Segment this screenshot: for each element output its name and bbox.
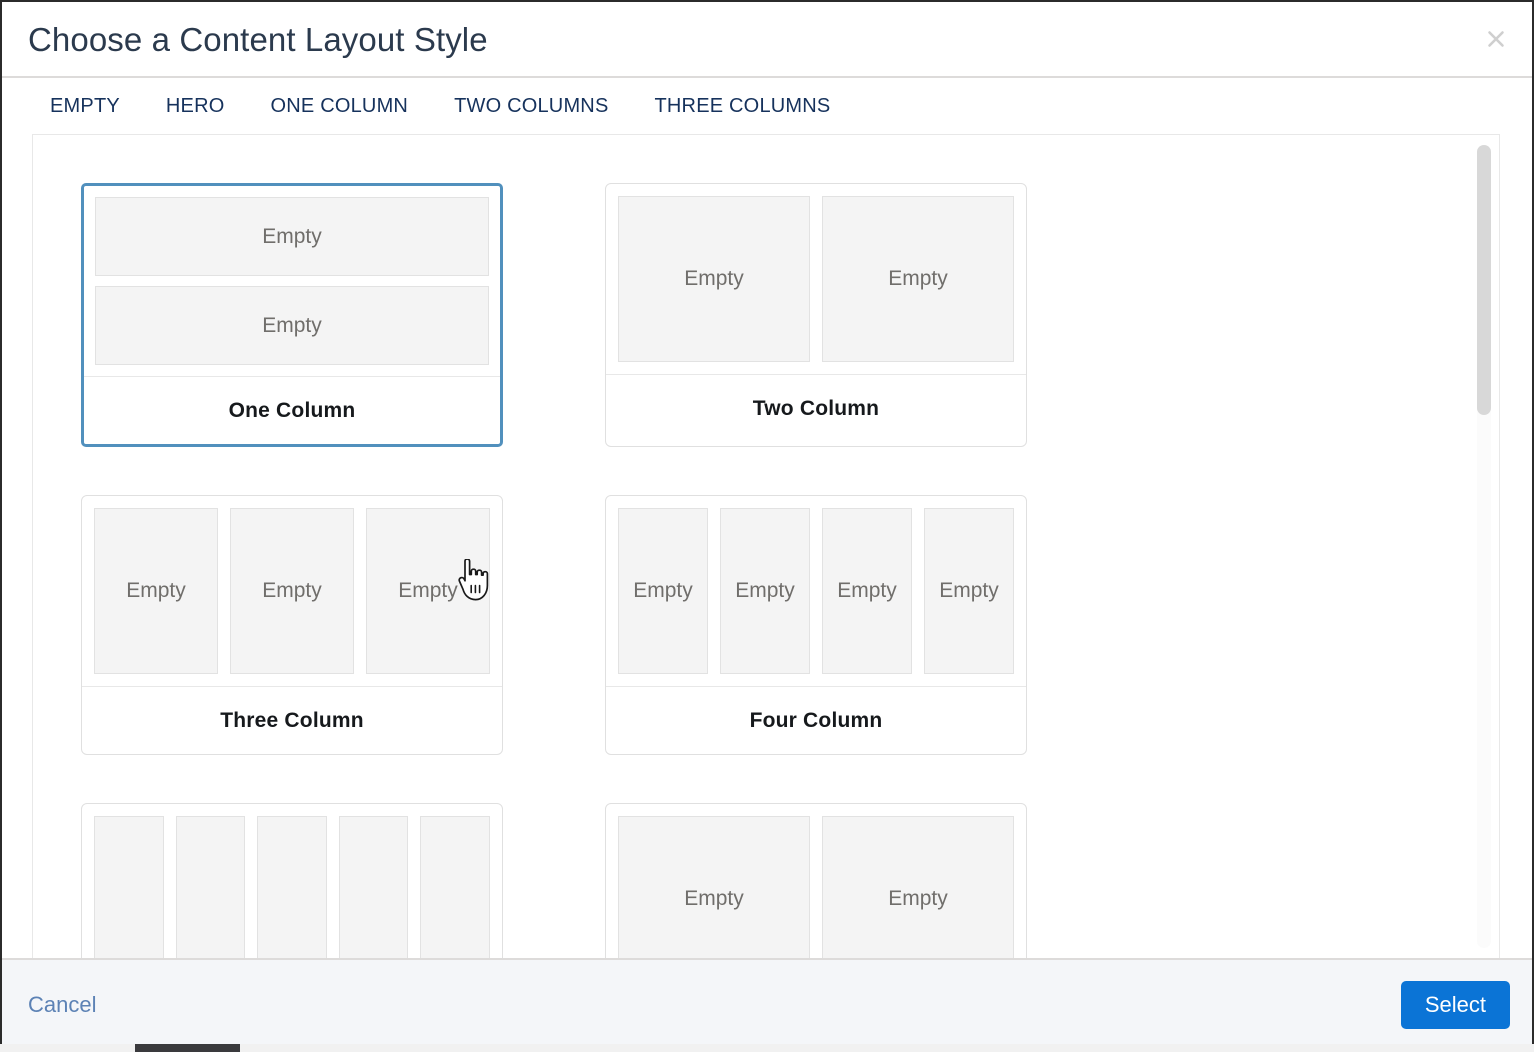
preview-pane: Empty <box>366 508 490 674</box>
layout-card-footer: Two Column <box>606 374 1026 442</box>
vertical-scrollbar-track[interactable] <box>1477 145 1491 948</box>
preview-pane-label: Empty <box>262 579 322 602</box>
preview-pane: Empty <box>720 508 810 674</box>
layout-card-footer: One Column <box>84 376 500 444</box>
tab-two-columns[interactable]: TWO COLUMNS <box>454 95 608 118</box>
layout-preview: Empty Empty <box>84 186 500 376</box>
preview-pane-label: Empty <box>735 579 795 602</box>
preview-pane-label: Empty <box>888 267 948 290</box>
preview-pane: Empty <box>94 508 218 674</box>
close-icon[interactable] <box>1476 19 1516 59</box>
preview-pane-label: Empty <box>837 579 897 602</box>
tab-hero[interactable]: HERO <box>166 95 225 118</box>
layout-preview: Empty Empty Empty <box>82 496 502 686</box>
layout-card-footer: Three Column <box>82 686 502 754</box>
layout-card-five-column[interactable] <box>81 803 503 958</box>
horizontal-scrollbar-thumb[interactable] <box>135 1044 240 1052</box>
layout-category-tabs: EMPTY HERO ONE COLUMN TWO COLUMNS THREE … <box>2 78 1532 134</box>
content-layout-dialog: Choose a Content Layout Style EMPTY HERO… <box>0 0 1534 1052</box>
preview-pane-label: Empty <box>684 267 744 290</box>
preview-pane: Empty <box>95 197 489 276</box>
preview-pane-label: Empty <box>126 579 186 602</box>
preview-pane-label: Empty <box>684 887 744 910</box>
preview-pane: Empty <box>924 508 1014 674</box>
layout-preview <box>82 804 502 958</box>
preview-pane <box>257 816 327 958</box>
preview-pane <box>175 816 246 958</box>
preview-pane: Empty <box>822 508 912 674</box>
dialog-header: Choose a Content Layout Style <box>2 2 1532 78</box>
page-title: Choose a Content Layout Style <box>28 20 488 58</box>
layout-card-two-column[interactable]: Empty Empty Two Column <box>605 183 1027 447</box>
preview-pane: Empty <box>822 196 1014 362</box>
layout-card-title: Four Column <box>749 708 883 732</box>
layout-card-title: Two Column <box>752 396 880 420</box>
preview-pane <box>338 816 409 958</box>
dialog-footer: Cancel Select <box>2 958 1532 1050</box>
preview-pane: Empty <box>822 816 1014 958</box>
layout-card-grid: Empty Empty One Column Empty Empty Two C… <box>33 135 1499 958</box>
layout-card-title: Three Column <box>220 708 364 732</box>
layout-card-one-column[interactable]: Empty Empty One Column <box>81 183 503 447</box>
layout-card-four-column[interactable]: Empty Empty Empty Empty Four Column <box>605 495 1027 755</box>
layout-preview: Empty Empty <box>606 804 1026 958</box>
layout-card-two-column-stacked[interactable]: Empty Empty <box>605 803 1027 958</box>
layout-card-three-column[interactable]: Empty Empty Empty Three Column <box>81 495 503 755</box>
preview-pane <box>420 816 490 958</box>
preview-pane-label: Empty <box>262 313 322 337</box>
cancel-button[interactable]: Cancel <box>28 992 96 1018</box>
preview-pane-label: Empty <box>939 579 999 602</box>
horizontal-scrollbar-track[interactable] <box>0 1044 1534 1052</box>
preview-pane: Empty <box>618 816 810 958</box>
preview-pane: Empty <box>95 286 489 365</box>
preview-pane: Empty <box>618 508 708 674</box>
tab-one-column[interactable]: ONE COLUMN <box>271 95 409 118</box>
preview-pane <box>94 816 164 958</box>
tab-empty[interactable]: EMPTY <box>50 95 120 118</box>
layout-card-footer: Four Column <box>606 686 1026 754</box>
layout-preview: Empty Empty Empty Empty <box>606 496 1026 686</box>
preview-pane: Empty <box>230 508 354 674</box>
layout-gallery-scroll: Empty Empty One Column Empty Empty Two C… <box>33 135 1499 958</box>
layout-card-title: One Column <box>228 398 356 422</box>
tab-three-columns[interactable]: THREE COLUMNS <box>655 95 831 118</box>
preview-pane-label: Empty <box>888 887 948 910</box>
vertical-scrollbar-thumb[interactable] <box>1477 145 1491 415</box>
layout-gallery: Empty Empty One Column Empty Empty Two C… <box>32 134 1500 958</box>
preview-pane-label: Empty <box>398 579 458 602</box>
select-button[interactable]: Select <box>1400 981 1510 1029</box>
layout-preview: Empty Empty <box>606 184 1026 374</box>
preview-pane-label: Empty <box>633 579 693 602</box>
preview-pane-label: Empty <box>262 224 322 248</box>
preview-pane: Empty <box>618 196 810 362</box>
